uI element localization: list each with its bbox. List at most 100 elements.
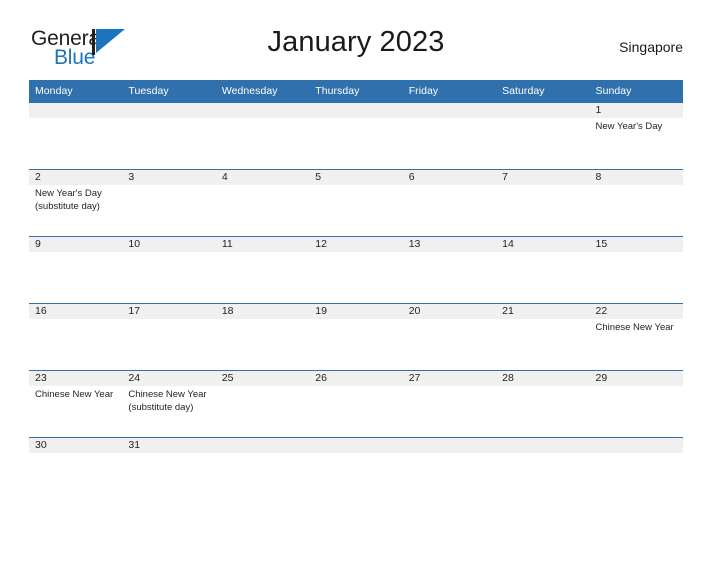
calendar-day-cell-empty[interactable] [496,438,590,484]
calendar-day-cell[interactable]: 14 [496,237,590,303]
calendar-day-cell[interactable]: 13 [402,237,497,303]
calendar-day-cell-empty[interactable] [215,103,310,169]
calendar-day-cell-empty[interactable] [402,438,497,484]
calendar-day-cell[interactable]: 28 [496,371,590,437]
calendar-day-cell-empty[interactable] [496,103,590,169]
calendar-day-cell[interactable]: 17 [122,304,216,370]
calendar-day-cell[interactable]: 6 [402,170,497,236]
calendar-day-cell[interactable]: 30 [29,438,123,484]
day-number: 8 [589,170,683,185]
day-event-line: (substitute day) [128,401,194,413]
day-number: 6 [402,170,497,185]
calendar-day-cell[interactable]: 27 [402,371,497,437]
day-number: 19 [309,304,403,319]
weekday-header-saturday: Saturday [496,80,590,103]
calendar-week-row: 16 17 18 19 20 21 22 Chinese New Year [29,303,683,371]
calendar-day-cell[interactable]: 15 [589,237,683,303]
day-event-line: Chinese New Year [35,389,114,400]
calendar-day-cell[interactable]: 10 [122,237,216,303]
calendar-day-cell-empty[interactable] [29,103,123,169]
day-number [215,438,310,453]
weekday-header-monday: Monday [29,80,123,103]
calendar-day-cell[interactable]: 23 Chinese New Year [29,371,123,437]
calendar-day-cell[interactable]: 7 [496,170,590,236]
day-number: 4 [215,170,310,185]
day-event-line: Chinese New Year [128,389,207,400]
weekday-header-tuesday: Tuesday [122,80,216,103]
calendar-day-cell[interactable]: 29 [589,371,683,437]
calendar-day-cell[interactable]: 11 [215,237,310,303]
calendar-day-cell-empty[interactable] [589,438,683,484]
day-number: 7 [496,170,590,185]
calendar-day-cell[interactable]: 22 Chinese New Year [589,304,683,370]
calendar-day-cell[interactable]: 1 New Year's Day [589,103,683,169]
day-number: 25 [215,371,310,386]
day-number [402,438,497,453]
day-number: 28 [496,371,590,386]
day-number [589,438,683,453]
day-number [402,103,497,118]
day-number: 11 [215,237,310,252]
day-events: Chinese New Year [590,319,683,335]
day-event-line: New Year's Day [35,188,102,199]
day-events: New Year's Day [590,118,683,134]
calendar-day-cell[interactable]: 9 [29,237,123,303]
day-number: 5 [309,170,403,185]
day-number: 24 [122,371,216,386]
day-number: 21 [496,304,590,319]
day-number [122,103,216,118]
calendar-day-cell[interactable]: 2 New Year's Day (substitute day) [29,170,123,236]
calendar-day-cell-empty[interactable] [309,438,403,484]
page-title: January 2023 [267,26,445,58]
day-number: 9 [29,237,123,252]
day-number: 22 [589,304,683,319]
calendar-week-row: 1 New Year's Day [29,102,683,170]
day-number: 23 [29,371,123,386]
calendar-day-cell[interactable]: 19 [309,304,403,370]
locale-label: Singapore [619,39,683,55]
calendar-day-cell-empty[interactable] [402,103,497,169]
calendar-day-cell-empty[interactable] [122,103,216,169]
weekday-header-sunday: Sunday [589,80,683,103]
calendar-day-cell[interactable]: 3 [122,170,216,236]
calendar-week-row: 30 31 [29,437,683,484]
day-event-line: Chinese New Year [595,322,674,333]
day-number: 30 [29,438,123,453]
day-events: Chinese New Year (substitute day) [122,386,215,414]
calendar-day-cell[interactable]: 24 Chinese New Year (substitute day) [122,371,216,437]
day-number: 13 [402,237,497,252]
calendar-week-row: 9 10 11 12 13 14 15 [29,236,683,304]
day-event-line: (substitute day) [35,200,100,212]
day-number: 27 [402,371,497,386]
day-number: 15 [589,237,683,252]
calendar-day-cell[interactable]: 12 [309,237,403,303]
calendar-day-cell[interactable]: 31 [122,438,216,484]
calendar-day-cell[interactable]: 21 [496,304,590,370]
day-event-line: New Year's Day [595,121,663,132]
day-number: 1 [589,103,683,118]
calendar-day-cell[interactable]: 20 [402,304,497,370]
day-number: 10 [122,237,216,252]
day-number: 18 [215,304,310,319]
calendar-day-cell[interactable]: 8 [589,170,683,236]
calendar-day-cell[interactable]: 16 [29,304,123,370]
calendar-day-cell[interactable]: 4 [215,170,310,236]
weekday-header-friday: Friday [402,80,497,103]
day-number [215,103,310,118]
day-number: 2 [29,170,123,185]
day-number: 14 [496,237,590,252]
day-number: 17 [122,304,216,319]
calendar-day-cell[interactable]: 25 [215,371,310,437]
day-number [29,103,123,118]
calendar-day-cell[interactable]: 5 [309,170,403,236]
calendar-day-cell[interactable]: 26 [309,371,403,437]
calendar-day-cell-empty[interactable] [309,103,403,169]
calendar-day-cell-empty[interactable] [215,438,310,484]
day-number [496,103,590,118]
weekday-header-thursday: Thursday [309,80,403,103]
calendar-week-row: 2 New Year's Day (substitute day) 3 4 5 6 7 8 [29,169,683,237]
day-number: 12 [309,237,403,252]
calendar-day-cell[interactable]: 18 [215,304,310,370]
day-events: New Year's Day (substitute day) [29,185,122,213]
day-number: 26 [309,371,403,386]
